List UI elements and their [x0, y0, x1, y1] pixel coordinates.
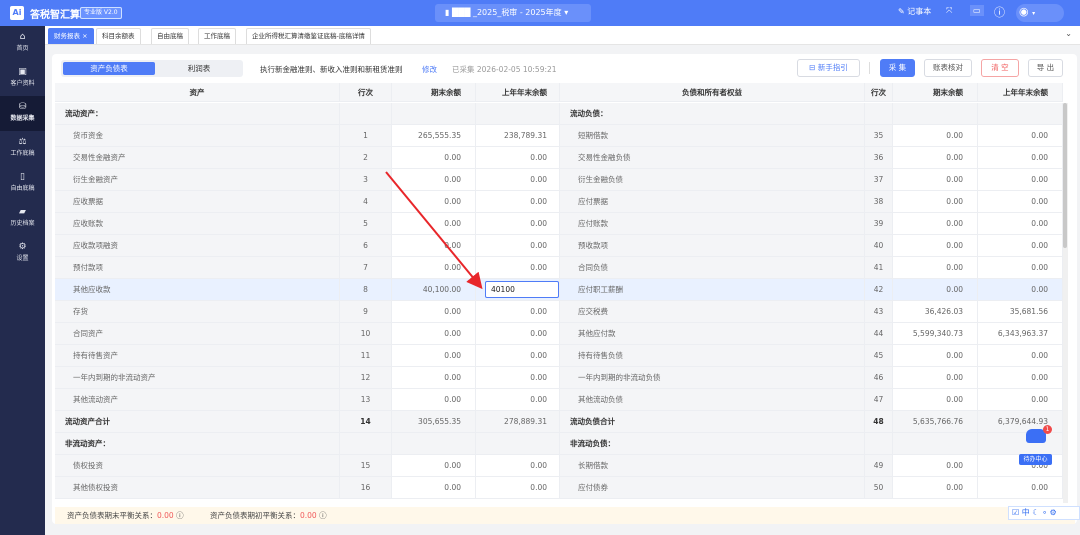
annotation-arrow — [385, 171, 483, 290]
